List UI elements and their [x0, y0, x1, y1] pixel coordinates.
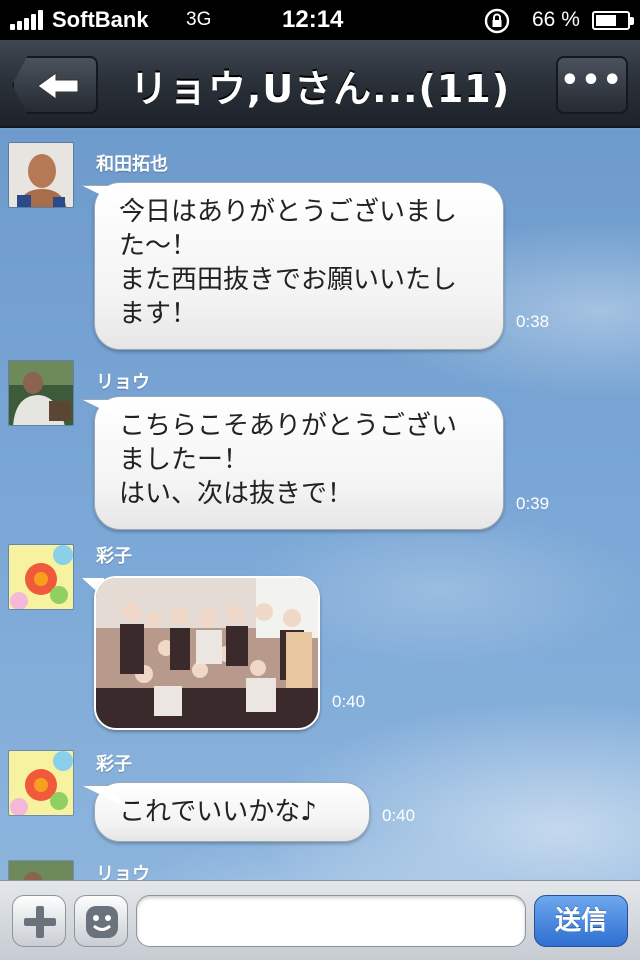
avatar[interactable] [8, 142, 74, 208]
smiley-icon [86, 906, 118, 938]
avatar[interactable] [8, 860, 74, 880]
sticker-button[interactable] [74, 895, 128, 947]
avatar[interactable] [8, 544, 74, 610]
plus-icon [24, 906, 56, 938]
back-button[interactable] [12, 56, 98, 114]
chat-area[interactable]: 和田拓也 今日はありがとうございました〜！ また西田抜きでお願いいたします！ 0… [0, 130, 640, 880]
sender-name: 彩子 [96, 754, 132, 775]
network-type: 3G [186, 9, 212, 30]
rotation-lock-icon [484, 8, 510, 34]
avatar[interactable] [8, 750, 74, 816]
sender-name: 和田拓也 [96, 154, 168, 175]
sender-name: リョウ [96, 864, 150, 880]
group-photo [96, 578, 318, 728]
clock: 12:14 [282, 6, 344, 33]
sender-name: 彩子 [96, 546, 132, 567]
battery-icon [592, 11, 634, 30]
status-bar: SoftBank 3G 12:14 66 % [0, 0, 640, 40]
message-time: 0:40 [332, 692, 366, 711]
message-time: 0:40 [382, 806, 416, 825]
battery-percent: 66 % [532, 8, 580, 31]
photo-message[interactable] [94, 576, 320, 730]
back-arrow-icon [37, 72, 79, 100]
nav-bar: リョウ,Uさん...(11) ••• [0, 40, 640, 128]
sender-name: リョウ [96, 372, 150, 393]
send-button[interactable]: 送信 [534, 895, 628, 947]
message-bubble[interactable]: これでいいかな♪ [94, 782, 370, 842]
message-time: 0:39 [516, 494, 550, 513]
message-bubble[interactable]: こちらこそありがとうございましたー！ はい、次は抜きで！ [94, 396, 504, 530]
message-bubble[interactable]: 今日はありがとうございました〜！ また西田抜きでお願いいたします！ [94, 182, 504, 350]
carrier-name: SoftBank [52, 7, 149, 32]
avatar[interactable] [8, 360, 74, 426]
input-bar: 送信 [0, 880, 640, 960]
more-options-button[interactable]: ••• [556, 56, 628, 114]
battery-level [596, 15, 616, 26]
message-input[interactable] [136, 895, 526, 947]
message-time: 0:38 [516, 312, 550, 331]
chat-title: リョウ,Uさん...(11) [129, 67, 511, 111]
add-button[interactable] [12, 895, 66, 947]
